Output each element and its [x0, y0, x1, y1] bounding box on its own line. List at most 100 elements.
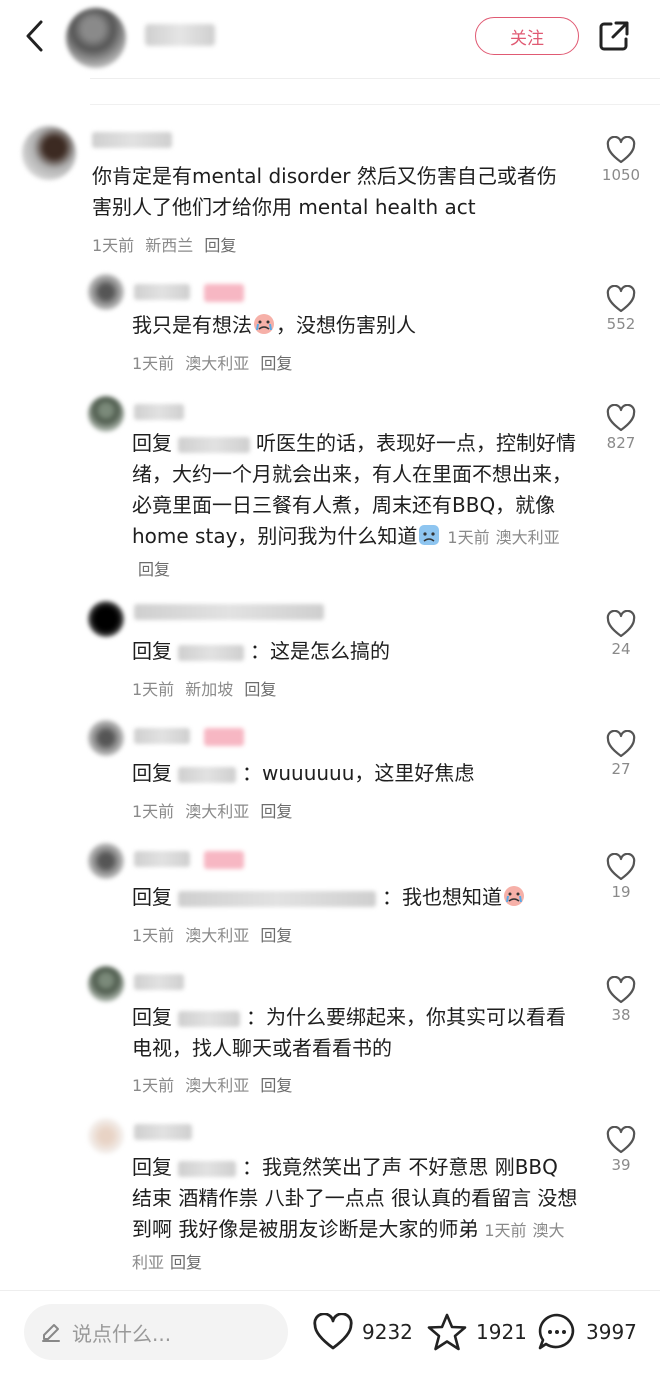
heart-icon: [606, 136, 636, 164]
comment-text[interactable]: 我只是有想法 ，没想伤害别人: [132, 310, 572, 341]
comment-button[interactable]: 3997: [536, 1309, 637, 1355]
heart-icon: [606, 1126, 636, 1154]
avatar[interactable]: [88, 720, 124, 756]
heart-icon: [606, 404, 636, 432]
comment-text-part: 我只是有想法: [132, 313, 252, 337]
reply-button[interactable]: 回复: [260, 802, 292, 821]
replied-user-name[interactable]: [178, 766, 236, 783]
reply-button[interactable]: 回复: [138, 560, 170, 579]
comment-meta: 1天前 澳大利亚 回复: [132, 1072, 292, 1096]
reply-prefix: 回复: [132, 639, 172, 663]
comment-time: 1天前: [132, 680, 175, 699]
like-button[interactable]: 24: [596, 610, 646, 658]
comment-time: 1天前: [132, 354, 175, 373]
reply-prefix: 回复: [132, 761, 172, 785]
like-count: 39: [611, 1156, 631, 1174]
like-count: 19: [611, 883, 631, 901]
comment-location: 新西兰: [145, 236, 194, 255]
comment-text-part: ，没想伤害别人: [276, 313, 416, 337]
like-button[interactable]: 1050: [596, 136, 646, 184]
commenter-name[interactable]: [134, 851, 190, 867]
author-tag: [204, 851, 244, 869]
divider: [90, 104, 660, 105]
avatar[interactable]: [88, 396, 124, 432]
like-button[interactable]: 552: [596, 285, 646, 333]
like-post-button[interactable]: 9232: [312, 1309, 413, 1355]
comment-meta: 1天前 澳大利亚 回复: [132, 798, 292, 822]
comment-time: 1天前: [447, 528, 490, 547]
like-count: 552: [606, 315, 636, 333]
comment-text[interactable]: 回复 ：我竟然笑出了声 不好意思 刚BBQ 结束 酒精作祟 八卦了一点点 很认真的…: [132, 1152, 578, 1278]
reply-button[interactable]: 回复: [260, 1076, 292, 1095]
reply-button[interactable]: 回复: [244, 680, 276, 699]
collect-total: 1921: [476, 1320, 527, 1344]
heart-icon: [606, 853, 636, 881]
author-name[interactable]: [145, 24, 215, 46]
like-count: 24: [611, 640, 631, 658]
avatar[interactable]: [88, 1118, 124, 1154]
commenter-name[interactable]: [134, 728, 190, 744]
replied-user-name[interactable]: [178, 1010, 240, 1027]
follow-button[interactable]: 关注: [475, 17, 579, 55]
collect-button[interactable]: 1921: [426, 1309, 527, 1355]
star-icon: [427, 1313, 467, 1351]
comment-location: 澳大利亚: [185, 802, 250, 821]
heart-icon: [606, 285, 636, 313]
share-icon: [599, 21, 629, 51]
author-tag: [204, 284, 244, 302]
heart-icon: [606, 730, 636, 758]
comment-time: 1天前: [92, 236, 135, 255]
comment-time: 1天前: [132, 1076, 175, 1095]
avatar[interactable]: [88, 843, 124, 879]
replied-user-name[interactable]: [178, 644, 244, 661]
like-button[interactable]: 27: [596, 730, 646, 778]
comment-text-part: ：这是怎么搞的: [250, 639, 390, 663]
comment-text[interactable]: 回复 ：为什么要绑起来，你其实可以看看电视，找人聊天或者看看书的: [132, 1002, 578, 1064]
bottom-action-bar: 说点什么... 9232 1921 3997: [0, 1290, 660, 1380]
commenter-name[interactable]: [134, 604, 324, 620]
heart-icon: [606, 976, 636, 1004]
reply-button[interactable]: 回复: [204, 236, 236, 255]
comment-text[interactable]: 回复 ：这是怎么搞的: [132, 636, 572, 667]
comment-time: 1天前: [132, 926, 175, 945]
author-avatar[interactable]: [66, 8, 126, 68]
commenter-name[interactable]: [92, 132, 172, 148]
chat-bubble-icon: [538, 1313, 575, 1350]
like-total: 9232: [362, 1320, 413, 1344]
like-button[interactable]: 38: [596, 976, 646, 1024]
reply-button[interactable]: 回复: [170, 1253, 202, 1272]
replied-user-name[interactable]: [178, 1160, 236, 1177]
like-button[interactable]: 19: [596, 853, 646, 901]
comment-time: 1天前: [484, 1221, 527, 1240]
comment-meta: 1天前 澳大利亚 回复: [132, 922, 292, 946]
back-button[interactable]: [16, 16, 52, 56]
like-button[interactable]: 39: [596, 1126, 646, 1174]
avatar[interactable]: [88, 601, 124, 637]
avatar[interactable]: [22, 126, 76, 180]
comment-input[interactable]: 说点什么...: [24, 1304, 288, 1360]
comment-location: 新加坡: [185, 680, 234, 699]
share-button[interactable]: [594, 16, 634, 56]
replied-user-name[interactable]: [178, 890, 376, 907]
author-tag: [204, 728, 244, 746]
reply-button[interactable]: 回复: [260, 354, 292, 373]
comment-time: 1天前: [132, 802, 175, 821]
reply-button[interactable]: 回复: [260, 926, 292, 945]
like-count: 1050: [601, 166, 641, 184]
comment-location: 澳大利亚: [185, 354, 250, 373]
commenter-name[interactable]: [134, 404, 184, 420]
avatar[interactable]: [88, 966, 124, 1002]
comment-text[interactable]: 回复 ：我也想知道: [132, 882, 578, 913]
comment-text[interactable]: 回复 ：wuuuuuu，这里好焦虑: [132, 758, 572, 789]
replied-user-name[interactable]: [178, 436, 250, 453]
commenter-name[interactable]: [134, 974, 184, 990]
comment-location: 澳大利亚: [185, 1076, 250, 1095]
comment-text[interactable]: 回复 听医生的话，表现好一点，控制好情绪，大约一个月就会出来，有人在里面不想出来，…: [132, 428, 578, 585]
avatar[interactable]: [88, 274, 124, 310]
reply-prefix: 回复: [132, 885, 172, 909]
commenter-name[interactable]: [134, 284, 190, 300]
comment-text[interactable]: 你肯定是有mental disorder 然后又伤害自己或者伤害别人了他们才给你…: [92, 161, 572, 223]
like-button[interactable]: 827: [596, 404, 646, 452]
commenter-name[interactable]: [134, 1124, 192, 1140]
comment-location: 澳大利亚: [185, 926, 250, 945]
